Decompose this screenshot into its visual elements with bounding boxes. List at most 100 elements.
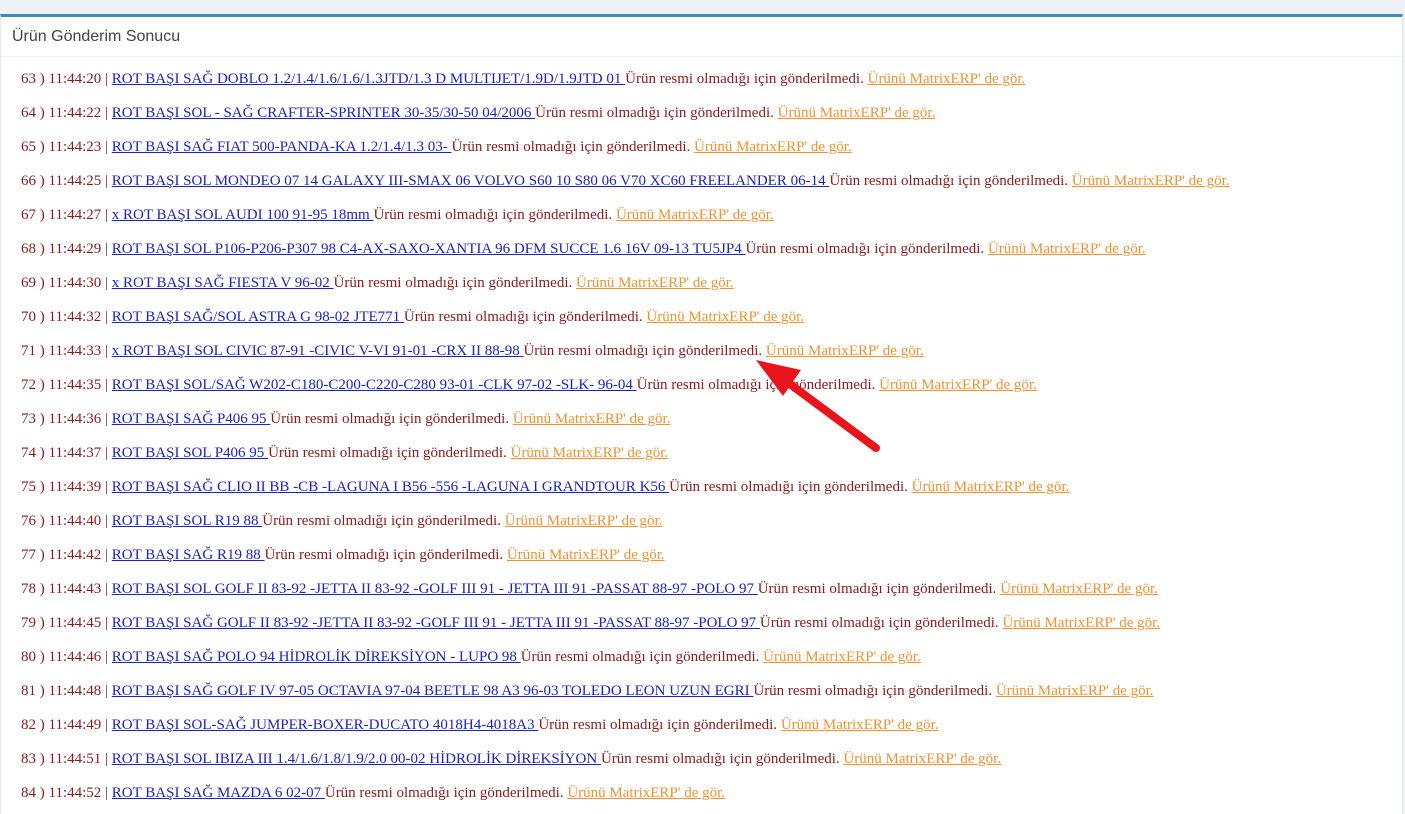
product-link[interactable]: ROT BAŞI SAĞ POLO 94 HİDROLİK DİREKSİYON… xyxy=(112,649,521,665)
row-prefix: 64 ) 11:44:22 | xyxy=(21,105,112,121)
product-link[interactable]: ROT BAŞI SOL IBIZA III 1.4/1.6/1.8/1.9/2… xyxy=(112,751,601,767)
list-item: 78 ) 11:44:43 | ROT BAŞI SOL GOLF II 83-… xyxy=(1,572,1402,606)
erp-link[interactable]: Ürünü MatrixERP' de gör. xyxy=(505,513,663,529)
list-item: 77 ) 11:44:42 | ROT BAŞI SAĞ R19 88 Ürün… xyxy=(1,538,1402,572)
row-message: Ürün resmi olmadığı için gönderilmedi. xyxy=(625,71,868,87)
row-prefix: 65 ) 11:44:23 | xyxy=(21,139,112,155)
erp-link[interactable]: Ürünü MatrixERP' de gör. xyxy=(646,309,804,325)
product-link[interactable]: ROT BAŞI SAĞ GOLF II 83-92 -JETTA II 83-… xyxy=(112,615,760,631)
list-item: 63 ) 11:44:20 | ROT BAŞI SAĞ DOBLO 1.2/1… xyxy=(1,62,1402,96)
product-link[interactable]: ROT BAŞI SAĞ FIAT 500-PANDA-KA 1.2/1.4/1… xyxy=(112,139,452,155)
row-message: Ürün resmi olmadığı için gönderilmedi. xyxy=(451,139,695,155)
row-message: Ürün resmi olmadığı için gönderilmedi. xyxy=(535,105,778,121)
list-item: 71 ) 11:44:33 | x ROT BAŞI SOL CIVIC 87-… xyxy=(1,334,1402,368)
list-item: 81 ) 11:44:48 | ROT BAŞI SAĞ GOLF IV 97-… xyxy=(1,674,1402,708)
erp-link[interactable]: Ürünü MatrixERP' de gör. xyxy=(879,377,1037,393)
erp-link[interactable]: Ürünü MatrixERP' de gör. xyxy=(576,275,734,291)
erp-link[interactable]: Ürünü MatrixERP' de gör. xyxy=(912,479,1070,495)
row-prefix: 63 ) 11:44:20 | xyxy=(21,71,112,87)
erp-link[interactable]: Ürünü MatrixERP' de gör. xyxy=(616,207,774,223)
row-message: Ürün resmi olmadığı için gönderilmedi. xyxy=(523,343,766,359)
row-prefix: 68 ) 11:44:29 | xyxy=(21,241,112,257)
erp-link[interactable]: Ürünü MatrixERP' de gör. xyxy=(996,683,1154,699)
list-item: 82 ) 11:44:49 | ROT BAŞI SOL-SAĞ JUMPER-… xyxy=(1,708,1402,742)
row-message: Ürün resmi olmadığı için gönderilmedi. xyxy=(753,683,996,699)
product-link[interactable]: ROT BAŞI SAĞ MAZDA 6 02-07 xyxy=(112,785,325,801)
erp-link[interactable]: Ürünü MatrixERP' de gör. xyxy=(513,411,671,427)
erp-link[interactable]: Ürünü MatrixERP' de gör. xyxy=(1002,615,1160,631)
list-item: 75 ) 11:44:39 | ROT BAŞI SAĞ CLIO II BB … xyxy=(1,470,1402,504)
row-message: Ürün resmi olmadığı için gönderilmedi. xyxy=(520,649,764,665)
list-item: 76 ) 11:44:40 | ROT BAŞI SOL R19 88 Ürün… xyxy=(1,504,1402,538)
product-link[interactable]: x ROT BAŞI SAĞ FIESTA V 96-02 xyxy=(112,275,334,291)
product-link[interactable]: ROT BAŞI SOL/SAĞ W202-C180-C200-C220-C28… xyxy=(112,377,637,393)
result-panel: Ürün Gönderim Sonucu 63 ) 11:44:20 | ROT… xyxy=(0,14,1403,814)
erp-link[interactable]: Ürünü MatrixERP' de gör. xyxy=(694,139,852,155)
product-link[interactable]: ROT BAŞI SAĞ GOLF IV 97-05 OCTAVIA 97-04… xyxy=(112,683,754,699)
list-item: 84 ) 11:44:52 | ROT BAŞI SAĞ MAZDA 6 02-… xyxy=(1,776,1402,810)
row-prefix: 74 ) 11:44:37 | xyxy=(21,445,112,461)
list-item: 69 ) 11:44:30 | x ROT BAŞI SAĞ FIESTA V … xyxy=(1,266,1402,300)
row-message: Ürün resmi olmadığı için gönderilmedi. xyxy=(636,377,880,393)
erp-link[interactable]: Ürünü MatrixERP' de gör. xyxy=(763,649,921,665)
product-link[interactable]: ROT BAŞI SOL-SAĞ JUMPER-BOXER-DUCATO 401… xyxy=(112,717,539,733)
row-message: Ürün resmi olmadığı için gönderilmedi. xyxy=(270,411,513,427)
row-message: Ürün resmi olmadığı için gönderilmedi. xyxy=(829,173,1072,189)
row-prefix: 70 ) 11:44:32 | xyxy=(21,309,112,325)
row-prefix: 78 ) 11:44:43 | xyxy=(21,581,112,597)
row-message: Ürün resmi olmadığı için gönderilmedi. xyxy=(268,445,511,461)
row-message: Ürün resmi olmadığı için gönderilmedi. xyxy=(324,785,568,801)
erp-link[interactable]: Ürünü MatrixERP' de gör. xyxy=(511,445,669,461)
panel-title: Ürün Gönderim Sonucu xyxy=(1,17,1402,57)
row-message: Ürün resmi olmadığı için gönderilmedi. xyxy=(600,751,844,767)
product-link[interactable]: ROT BAŞI SAĞ P406 95 xyxy=(112,411,271,427)
row-message: Ürün resmi olmadığı için gönderilmedi. xyxy=(757,581,1001,597)
row-prefix: 79 ) 11:44:45 | xyxy=(21,615,112,631)
list-item: 65 ) 11:44:23 | ROT BAŞI SAĞ FIAT 500-PA… xyxy=(1,130,1402,164)
product-link[interactable]: ROT BAŞI SAĞ CLIO II BB -CB -LAGUNA I B5… xyxy=(112,479,669,495)
list-item: 83 ) 11:44:51 | ROT BAŞI SOL IBIZA III 1… xyxy=(1,742,1402,776)
row-prefix: 66 ) 11:44:25 | xyxy=(21,173,112,189)
list-item: 66 ) 11:44:25 | ROT BAŞI SOL MONDEO 07 1… xyxy=(1,164,1402,198)
erp-link[interactable]: Ürünü MatrixERP' de gör. xyxy=(507,547,665,563)
erp-link[interactable]: Ürünü MatrixERP' de gör. xyxy=(843,751,1001,767)
erp-link[interactable]: Ürünü MatrixERP' de gör. xyxy=(778,105,936,121)
row-prefix: 81 ) 11:44:48 | xyxy=(21,683,112,699)
row-prefix: 71 ) 11:44:33 | xyxy=(21,343,112,359)
list-item: 74 ) 11:44:37 | ROT BAŞI SOL P406 95 Ürü… xyxy=(1,436,1402,470)
product-link[interactable]: ROT BAŞI SOL GOLF II 83-92 -JETTA II 83-… xyxy=(112,581,758,597)
product-link[interactable]: x ROT BAŞI SOL AUDI 100 91-95 18mm xyxy=(112,207,374,223)
row-prefix: 80 ) 11:44:46 | xyxy=(21,649,112,665)
product-link[interactable]: ROT BAŞI SAĞ/SOL ASTRA G 98-02 JTE771 xyxy=(112,309,404,325)
row-prefix: 67 ) 11:44:27 | xyxy=(21,207,112,223)
product-link[interactable]: ROT BAŞI SOL MONDEO 07 14 GALAXY III-SMA… xyxy=(112,173,830,189)
product-link[interactable]: ROT BAŞI SOL P106-P206-P307 98 C4-AX-SAX… xyxy=(112,241,746,257)
erp-link[interactable]: Ürünü MatrixERP' de gör. xyxy=(988,241,1146,257)
list-item: 79 ) 11:44:45 | ROT BAŞI SAĞ GOLF II 83-… xyxy=(1,606,1402,640)
erp-link[interactable]: Ürünü MatrixERP' de gör. xyxy=(766,343,924,359)
list-item: 67 ) 11:44:27 | x ROT BAŞI SOL AUDI 100 … xyxy=(1,198,1402,232)
row-message: Ürün resmi olmadığı için gönderilmedi. xyxy=(669,479,912,495)
list-item: 64 ) 11:44:22 | ROT BAŞI SOL - SAĞ CRAFT… xyxy=(1,96,1402,130)
row-prefix: 77 ) 11:44:42 | xyxy=(21,547,112,563)
row-message: Ürün resmi olmadığı için gönderilmedi. xyxy=(403,309,647,325)
row-prefix: 75 ) 11:44:39 | xyxy=(21,479,112,495)
product-link[interactable]: ROT BAŞI SAĞ R19 88 xyxy=(112,547,265,563)
row-prefix: 82 ) 11:44:49 | xyxy=(21,717,112,733)
erp-link[interactable]: Ürünü MatrixERP' de gör. xyxy=(868,71,1026,87)
erp-link[interactable]: Ürünü MatrixERP' de gör. xyxy=(781,717,939,733)
product-link[interactable]: ROT BAŞI SOL P406 95 xyxy=(112,445,268,461)
erp-link[interactable]: Ürünü MatrixERP' de gör. xyxy=(567,785,725,801)
row-prefix: 72 ) 11:44:35 | xyxy=(21,377,112,393)
product-link[interactable]: ROT BAŞI SAĞ DOBLO 1.2/1.4/1.6/1.6/1.3JT… xyxy=(112,71,625,87)
row-message: Ürün resmi olmadığı için gönderilmedi. xyxy=(538,717,781,733)
row-prefix: 84 ) 11:44:52 | xyxy=(21,785,112,801)
product-link[interactable]: ROT BAŞI SOL R19 88 xyxy=(112,513,262,529)
result-list: 63 ) 11:44:20 | ROT BAŞI SAĞ DOBLO 1.2/1… xyxy=(1,62,1402,810)
product-link[interactable]: x ROT BAŞI SOL CIVIC 87-91 -CIVIC V-VI 9… xyxy=(112,343,524,359)
row-message: Ürün resmi olmadığı için gönderilmedi. xyxy=(745,241,988,257)
erp-link[interactable]: Ürünü MatrixERP' de gör. xyxy=(1072,173,1230,189)
product-link[interactable]: ROT BAŞI SOL - SAĞ CRAFTER-SPRINTER 30-3… xyxy=(112,105,535,121)
row-prefix: 73 ) 11:44:36 | xyxy=(21,411,112,427)
erp-link[interactable]: Ürünü MatrixERP' de gör. xyxy=(1000,581,1158,597)
